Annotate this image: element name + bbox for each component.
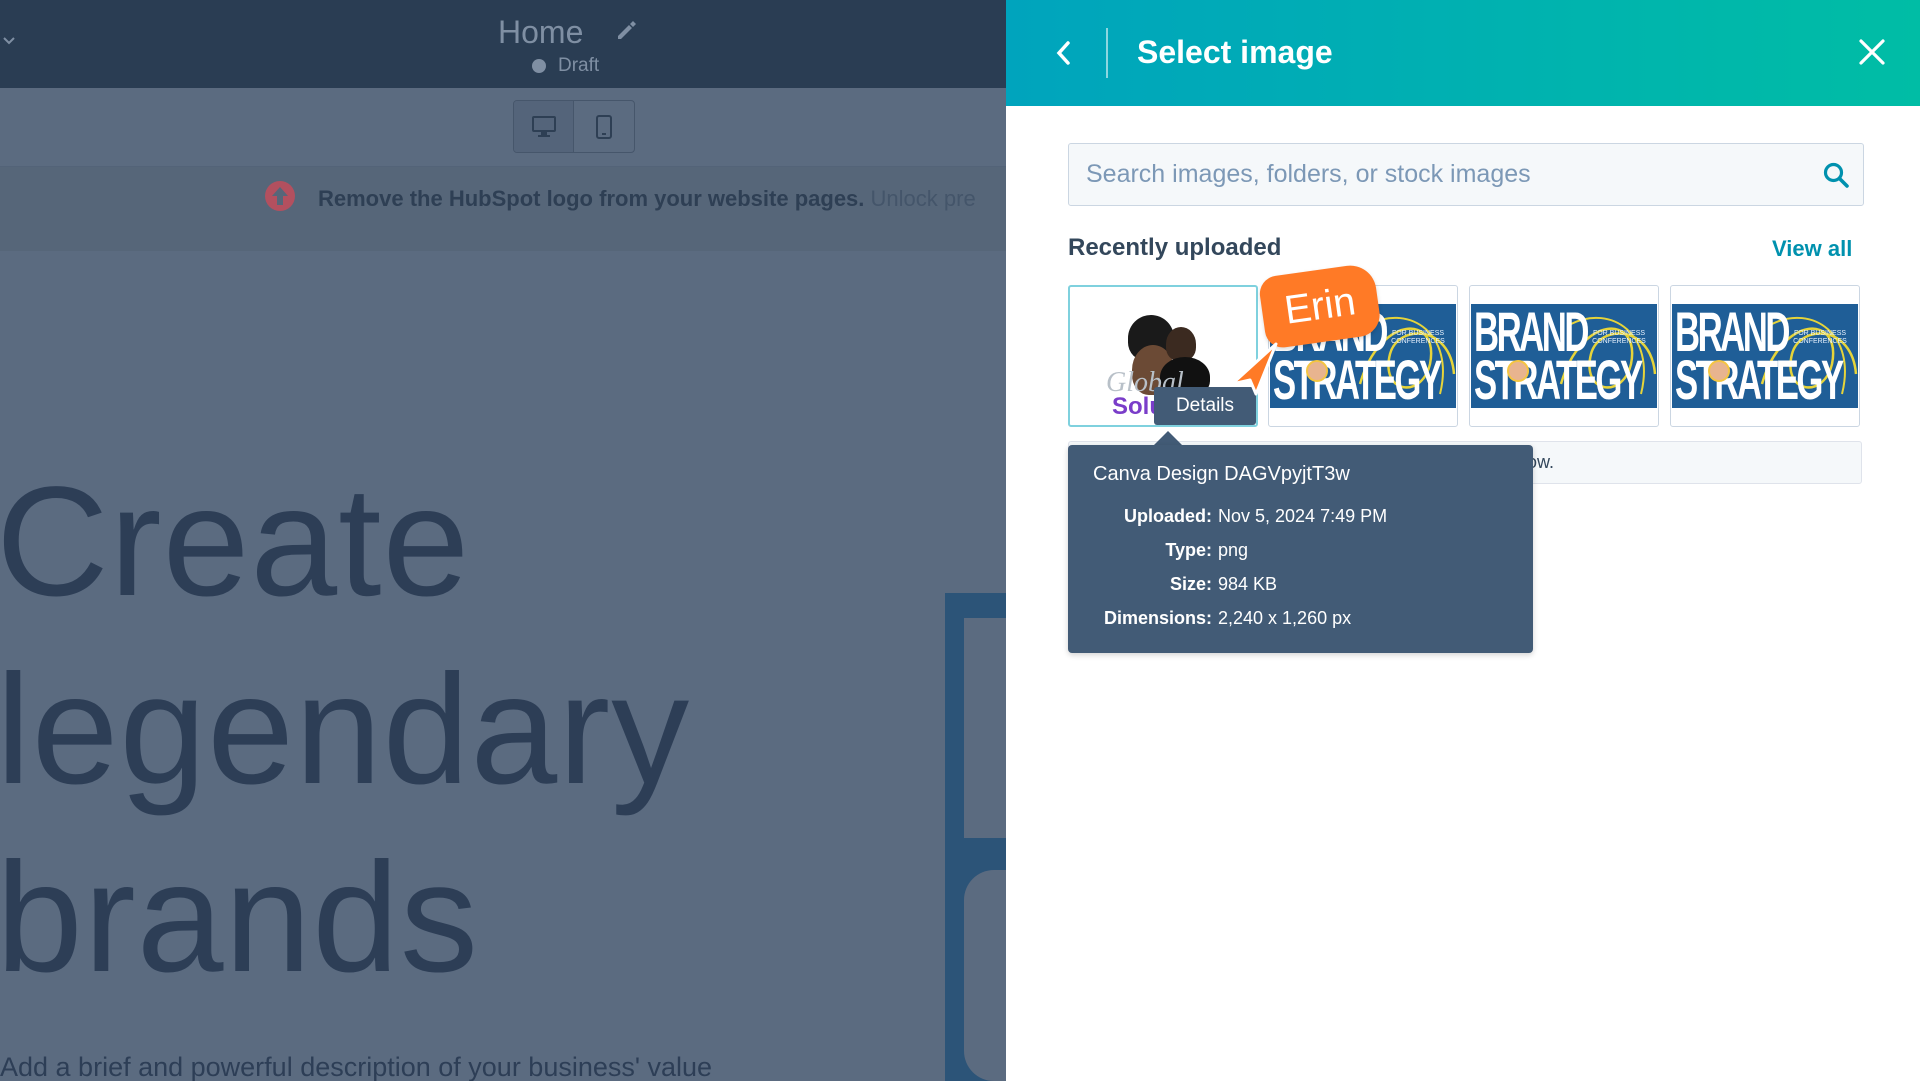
avatar bbox=[1306, 360, 1328, 382]
tooltip-caret bbox=[1153, 431, 1183, 446]
chevron-down-icon[interactable] bbox=[2, 34, 16, 48]
search-input[interactable] bbox=[1069, 144, 1809, 205]
desktop-preview-button[interactable] bbox=[514, 101, 575, 152]
thumbnail-image: BRAND STRATEGY FOR BUSINESS CONFERENCES bbox=[1471, 304, 1657, 408]
mobile-preview-button[interactable] bbox=[574, 101, 634, 152]
upgrade-link[interactable]: Unlock pre bbox=[864, 186, 976, 211]
view-all-link[interactable]: View all bbox=[1772, 236, 1852, 262]
hero-line: legendary bbox=[0, 643, 691, 817]
image-details-tooltip: Canva Design DAGVpyjtT3w Uploaded: Nov 5… bbox=[1068, 445, 1533, 653]
cursor-arrow-icon bbox=[1230, 342, 1278, 396]
search-icon[interactable] bbox=[1823, 162, 1849, 188]
close-icon bbox=[1859, 39, 1885, 65]
image-thumbnail[interactable]: BRAND STRATEGY FOR BUSINESS CONFERENCES bbox=[1670, 285, 1860, 427]
avatar bbox=[1507, 360, 1529, 382]
hero-description[interactable]: Add a brief and powerful description of … bbox=[0, 1052, 712, 1081]
status-dot bbox=[532, 59, 546, 73]
thumbnail-caption: FOR BUSINESS CONFERENCES bbox=[1592, 330, 1646, 345]
section-title: Recently uploaded bbox=[1068, 234, 1282, 261]
upgrade-arrow-icon bbox=[265, 181, 295, 211]
tooltip-label: Uploaded: bbox=[1124, 506, 1212, 526]
tooltip-value: 2,240 x 1,260 px bbox=[1218, 608, 1352, 628]
select-image-panel: Select image Recently uploaded View all … bbox=[1006, 0, 1920, 1081]
panel-header: Select image bbox=[1006, 0, 1920, 106]
thumbnail-image: BRAND STRATEGY FOR BUSINESS CONFERENCES bbox=[1672, 304, 1858, 408]
status-label: Draft bbox=[558, 55, 600, 76]
thumbnail-caption: FOR BUSINESS CONFERENCES bbox=[1391, 330, 1445, 345]
tooltip-value: 984 KB bbox=[1218, 574, 1278, 594]
page-editor: Home Draft Remove the HubSpot logo from … bbox=[0, 0, 1006, 1081]
avatar bbox=[1708, 360, 1730, 382]
device-preview-toggle bbox=[513, 100, 635, 153]
tooltip-title: Canva Design DAGVpyjtT3w bbox=[1093, 463, 1350, 485]
hero-image-letter bbox=[964, 870, 1006, 1081]
desktop-icon bbox=[531, 115, 556, 137]
close-button[interactable] bbox=[1854, 34, 1890, 70]
tooltip-label: Type: bbox=[1165, 540, 1212, 560]
thumbnail-text: STRATEGY bbox=[1474, 348, 1643, 408]
thumbnail-caption: FOR BUSINESS CONFERENCES bbox=[1793, 330, 1847, 345]
panel-title: Select image bbox=[1137, 34, 1333, 70]
thumbnail-text: STRATEGY bbox=[1675, 348, 1844, 408]
hero-line: brands bbox=[0, 831, 479, 1005]
mobile-icon bbox=[596, 114, 612, 139]
hero-image-letter bbox=[964, 618, 1006, 838]
image-thumbnail[interactable]: BRAND STRATEGY FOR BUSINESS CONFERENCES bbox=[1469, 285, 1659, 427]
image-search bbox=[1068, 143, 1864, 206]
page-title[interactable]: Home bbox=[498, 14, 583, 51]
tooltip-value: png bbox=[1218, 540, 1249, 560]
header-divider bbox=[1106, 28, 1108, 78]
hero-line: Create bbox=[0, 455, 471, 629]
upgrade-message: Remove the HubSpot logo from your websit… bbox=[318, 186, 976, 212]
upgrade-message-bold: Remove the HubSpot logo from your websit… bbox=[318, 186, 865, 211]
thumbnail-text: STRATEGY bbox=[1273, 348, 1442, 408]
tooltip-label: Dimensions: bbox=[1103, 608, 1212, 628]
back-button[interactable] bbox=[1048, 38, 1078, 68]
tooltip-label: Size: bbox=[1169, 574, 1212, 594]
hero-heading[interactable]: Create legendary brands bbox=[0, 448, 690, 1012]
page-status: Draft bbox=[532, 55, 599, 77]
pencil-icon[interactable] bbox=[614, 18, 638, 42]
editor-topbar: Home Draft bbox=[0, 0, 1006, 88]
person-image bbox=[1166, 327, 1196, 361]
tooltip-value: Nov 5, 2024 7:49 PM bbox=[1218, 506, 1388, 526]
chevron-left-icon bbox=[1056, 41, 1070, 65]
